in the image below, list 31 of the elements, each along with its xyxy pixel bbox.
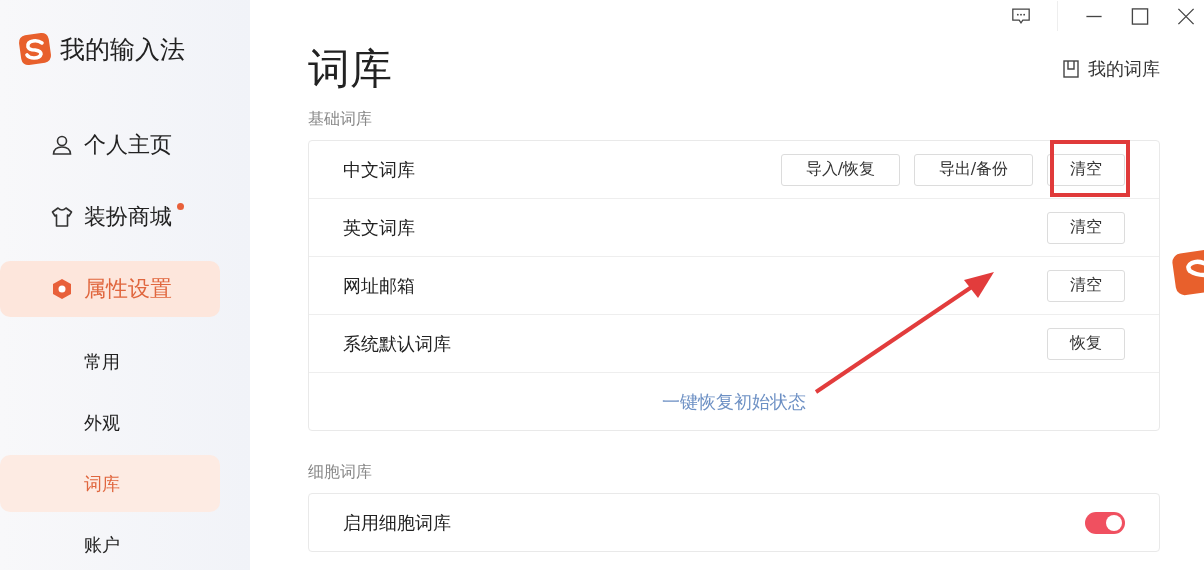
nav-subitem[interactable]: 账户 bbox=[0, 516, 220, 570]
section-label: 细胞词库 bbox=[308, 461, 373, 483]
action-button[interactable]: 导入/恢复 bbox=[781, 153, 900, 186]
app-title: 我的输入法 bbox=[60, 33, 185, 66]
my-dictionary-link[interactable]: 我的词库 bbox=[1063, 57, 1160, 81]
row-label: 网址邮箱 bbox=[343, 273, 415, 298]
action-button[interactable]: 清空 bbox=[1047, 153, 1125, 186]
logo-icon bbox=[18, 32, 52, 66]
row-label: 系统默认词库 bbox=[343, 331, 451, 356]
toggle-switch[interactable] bbox=[1085, 511, 1125, 534]
row-label: 英文词库 bbox=[343, 215, 415, 240]
close-icon[interactable] bbox=[1176, 6, 1196, 26]
floating-logo-icon[interactable] bbox=[1172, 250, 1204, 296]
nav-item[interactable]: 装扮商城 bbox=[0, 189, 220, 245]
nav-subitem[interactable]: 常用 bbox=[0, 333, 220, 390]
book-icon bbox=[1063, 60, 1079, 78]
nav-subitem[interactable]: 外观 bbox=[0, 394, 220, 451]
action-button[interactable]: 清空 bbox=[1047, 269, 1125, 302]
page-title: 词库 bbox=[308, 43, 392, 95]
action-button[interactable]: 清空 bbox=[1047, 211, 1125, 244]
person-icon bbox=[50, 133, 74, 157]
action-button[interactable]: 恢复 bbox=[1047, 327, 1125, 360]
row-label: 启用细胞词库 bbox=[343, 510, 451, 535]
action-button[interactable]: 导出/备份 bbox=[914, 153, 1033, 186]
section-label: 基础词库 bbox=[308, 108, 373, 130]
maximize-icon[interactable] bbox=[1130, 6, 1150, 26]
hexagon-icon bbox=[50, 277, 74, 301]
nav-item[interactable]: 个人主页 bbox=[0, 117, 220, 173]
shirt-icon bbox=[50, 205, 74, 229]
feedback-icon[interactable] bbox=[1011, 6, 1031, 26]
row-label: 中文词库 bbox=[343, 157, 415, 182]
